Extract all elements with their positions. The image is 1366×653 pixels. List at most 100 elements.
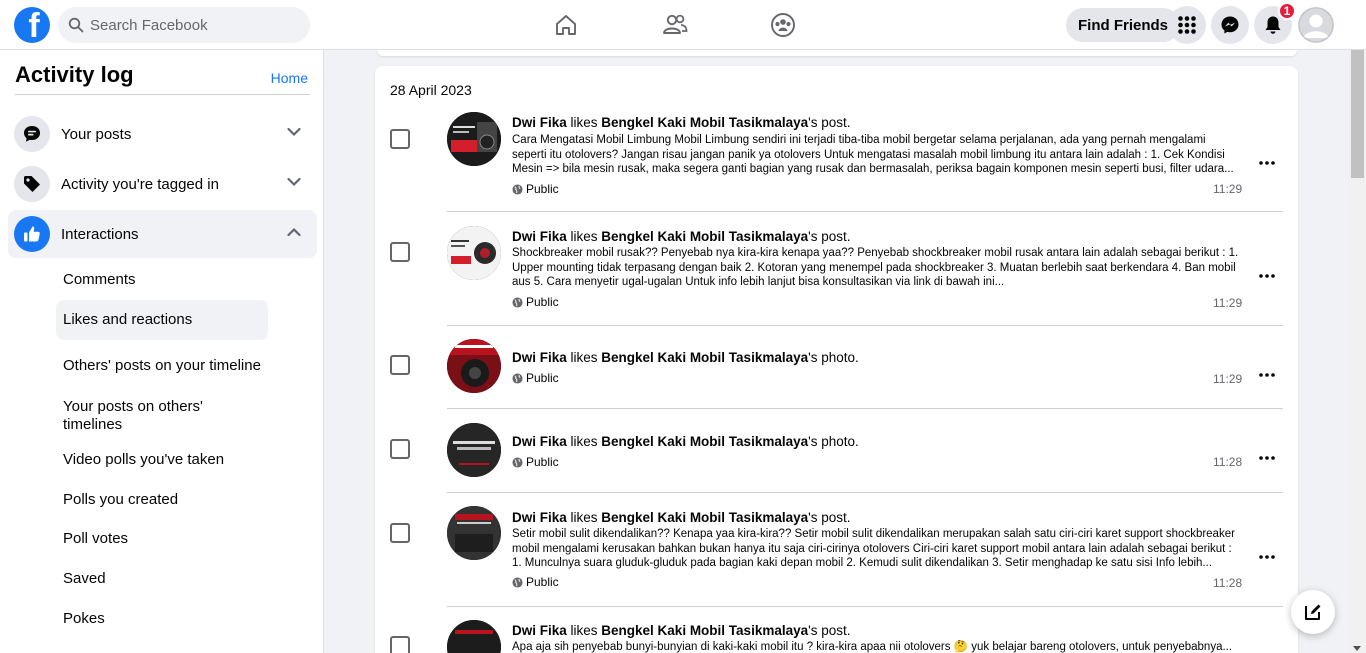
privacy-label: Public: [526, 295, 559, 309]
select-checkbox[interactable]: [390, 242, 410, 262]
object-text: 's post.: [808, 510, 851, 525]
sub-item-others-posts-on-your-timeline[interactable]: Others' posts on your timeline: [56, 346, 268, 386]
privacy-label: Public: [526, 182, 559, 196]
object-text: 's post.: [808, 115, 851, 130]
privacy-label: Public: [526, 455, 559, 469]
globe-icon: [512, 183, 523, 195]
globe-icon: [512, 372, 523, 384]
page-name[interactable]: Bengkel Kaki Mobil Tasikmalaya: [601, 623, 808, 638]
more-options-icon[interactable]: [1255, 453, 1279, 463]
sidebar-item-activity-tagged[interactable]: Activity you're tagged in: [8, 160, 317, 208]
top-navigation-bar: f Find Friends 1: [0, 0, 1366, 50]
more-options-icon[interactable]: [1255, 271, 1279, 281]
sub-item-comments[interactable]: Comments: [56, 266, 268, 294]
globe-icon: [512, 576, 523, 588]
sub-item-polls-you-created[interactable]: Polls you created: [56, 486, 268, 514]
activity-title: Dwi Fika likes Bengkel Kaki Mobil Tasikm…: [512, 510, 850, 525]
sub-item-likes-and-reactions[interactable]: Likes and reactions: [56, 300, 268, 340]
menu-grid-icon[interactable]: [1168, 6, 1206, 44]
more-options-icon[interactable]: [1255, 158, 1279, 168]
page-name[interactable]: Bengkel Kaki Mobil Tasikmalaya: [601, 350, 808, 365]
actor-name[interactable]: Dwi Fika: [512, 623, 567, 638]
globe-icon: [512, 456, 523, 468]
sub-item-your-posts-on-others-timelines[interactable]: Your posts on others' timelines: [56, 396, 268, 436]
sub-item-pokes[interactable]: Pokes: [56, 605, 268, 633]
search-box[interactable]: [58, 7, 310, 43]
entry-divider: [447, 211, 1283, 212]
actor-name[interactable]: Dwi Fika: [512, 350, 567, 365]
activity-title: Dwi Fika likes Bengkel Kaki Mobil Tasikm…: [512, 350, 859, 365]
photo-thumbnail[interactable]: [447, 339, 501, 393]
entry-divider: [447, 325, 1283, 326]
new-message-button[interactable]: [1291, 590, 1335, 634]
search-icon: [68, 17, 84, 33]
chevron-down-icon: [287, 177, 301, 187]
sub-item-video-polls[interactable]: Video polls you've taken: [56, 446, 268, 474]
entry-divider: [447, 492, 1283, 493]
activity-title: Dwi Fika likes Bengkel Kaki Mobil Tasikm…: [512, 229, 850, 244]
profile-avatar[interactable]: [1298, 7, 1334, 43]
sub-item-saved[interactable]: Saved: [56, 565, 268, 593]
activity-description: Apa aja sih penyebab bunyi-bunyian di ka…: [512, 641, 1233, 653]
messenger-icon[interactable]: [1211, 6, 1249, 44]
sidebar-item-your-posts[interactable]: Your posts: [8, 110, 317, 158]
more-options-icon[interactable]: [1255, 552, 1279, 562]
actor-name[interactable]: Dwi Fika: [512, 115, 567, 130]
action-text: likes: [566, 229, 602, 244]
activity-title: Dwi Fika likes Bengkel Kaki Mobil Tasikm…: [512, 434, 859, 449]
page-name[interactable]: Bengkel Kaki Mobil Tasikmalaya: [601, 229, 808, 244]
privacy-indicator: Public: [512, 455, 559, 469]
post-thumbnail[interactable]: [447, 112, 501, 166]
chevron-down-icon: [287, 127, 301, 137]
notification-count-badge: 1: [1278, 2, 1296, 20]
find-friends-button[interactable]: Find Friends: [1066, 8, 1180, 42]
post-thumbnail[interactable]: [447, 620, 501, 653]
activity-description: Setir mobil sulit dikendalikan?? Kenapa …: [512, 528, 1235, 569]
activity-title: Dwi Fika likes Bengkel Kaki Mobil Tasikm…: [512, 115, 850, 130]
sub-item-poll-votes[interactable]: Poll votes: [56, 525, 268, 553]
scroll-down-arrow-icon[interactable]: [1353, 646, 1361, 651]
groups-icon[interactable]: [768, 10, 798, 40]
page-name[interactable]: Bengkel Kaki Mobil Tasikmalaya: [601, 115, 808, 130]
actor-name[interactable]: Dwi Fika: [512, 510, 567, 525]
object-text: 's post.: [808, 623, 851, 638]
scrollbar-thumb[interactable]: [1351, 50, 1364, 178]
post-thumbnail[interactable]: [447, 226, 501, 280]
more-options-icon[interactable]: [1255, 370, 1279, 380]
select-checkbox[interactable]: [390, 523, 410, 543]
home-link[interactable]: Home: [271, 70, 308, 86]
privacy-indicator: Public: [512, 371, 559, 385]
post-thumbnail[interactable]: [447, 506, 501, 560]
home-icon[interactable]: [551, 10, 581, 40]
page-scrollbar[interactable]: [1349, 50, 1366, 653]
privacy-indicator: Public: [512, 575, 559, 589]
select-checkbox[interactable]: [390, 636, 410, 653]
privacy-label: Public: [526, 575, 559, 589]
activity-time: 11:28: [1213, 455, 1243, 469]
facebook-logo-icon[interactable]: f: [14, 7, 50, 43]
activity-title: Dwi Fika likes Bengkel Kaki Mobil Tasikm…: [512, 623, 850, 638]
object-text: 's photo.: [808, 350, 859, 365]
select-checkbox[interactable]: [390, 129, 410, 149]
activity-time: 11:29: [1213, 182, 1243, 196]
chevron-up-icon: [287, 227, 301, 237]
search-input[interactable]: [90, 16, 290, 34]
activity-time: 11:29: [1213, 296, 1243, 310]
friends-icon[interactable]: [660, 10, 690, 40]
globe-icon: [512, 296, 523, 308]
sidebar-item-interactions[interactable]: Interactions: [8, 210, 317, 258]
select-checkbox[interactable]: [390, 355, 410, 375]
sidebar-item-label: Activity you're tagged in: [61, 175, 219, 193]
object-text: 's photo.: [808, 434, 859, 449]
activity-time: 11:29: [1213, 372, 1243, 386]
select-checkbox[interactable]: [390, 439, 410, 459]
privacy-indicator: Public: [512, 295, 559, 309]
sidebar-item-label: Your posts: [61, 125, 132, 143]
actor-name[interactable]: Dwi Fika: [512, 229, 567, 244]
page-name[interactable]: Bengkel Kaki Mobil Tasikmalaya: [601, 434, 808, 449]
page-name[interactable]: Bengkel Kaki Mobil Tasikmalaya: [601, 510, 808, 525]
activity-date-header: 28 April 2023: [390, 82, 472, 98]
activity-description: Cara Mengatasi Mobil Limbung Mobil Limbu…: [512, 134, 1234, 175]
actor-name[interactable]: Dwi Fika: [512, 434, 567, 449]
photo-thumbnail[interactable]: [447, 423, 501, 477]
